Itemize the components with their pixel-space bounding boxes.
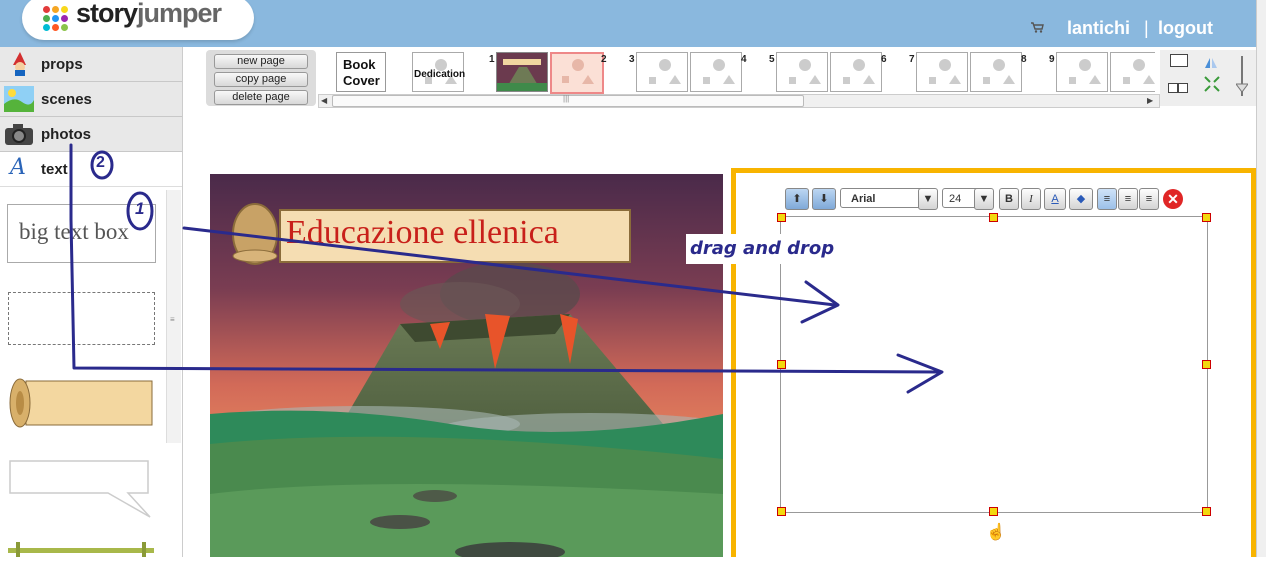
page-thumbnail-strip: Book Cover Dedication 1 2 3 4 5 6 7 8 9 [318,50,1158,94]
annotation-marker-1: 1 [135,199,145,218]
page-number: 7 [909,54,915,65]
page-number: 6 [881,54,887,65]
thumbnail-page-9[interactable] [1056,52,1108,92]
thumbnail-page-10[interactable] [1110,52,1155,92]
camera-icon [4,121,34,147]
align-left-icon[interactable]: ≡ [1097,188,1117,210]
resize-handle[interactable] [777,213,786,222]
header-separator: | [1144,18,1149,38]
sidebar-item-label: photos [41,126,91,143]
resize-handle[interactable] [1202,507,1211,516]
copy-page-button[interactable]: copy page [214,72,308,87]
size-select-value: 24 [949,193,962,205]
sidebar-item-props[interactable]: props [0,47,182,82]
font-dropdown-icon[interactable]: ▼ [918,188,938,210]
fill-color-icon[interactable]: ◆ [1069,188,1093,210]
view-tools-panel [1160,50,1256,106]
logo-wordmark: storyjumper [76,0,222,28]
hand-cursor-icon: ☝ [986,524,1006,541]
sidebar-item-photos[interactable]: photos [0,117,182,152]
annotation-drag-and-drop: drag and drop [690,238,835,259]
single-page-view-icon[interactable] [1170,54,1188,67]
sidebar-item-text[interactable]: A text [0,152,182,187]
two-page-view-icon[interactable] [1168,80,1188,93]
resize-handle[interactable] [777,360,786,369]
scene-title-text[interactable]: Educazione ellenica [286,214,559,252]
align-right-icon[interactable]: ≡ [1139,188,1159,210]
page-number: 8 [1021,54,1027,65]
book-cover-label-line2: Cover [343,73,380,88]
logout-link[interactable]: logout [1158,18,1213,39]
new-page-button[interactable]: new page [214,54,308,69]
big-text-box-item[interactable]: big text box [7,204,156,263]
transparent-text-box-item[interactable] [8,292,155,345]
fullscreen-icon[interactable] [1204,76,1220,92]
cart-icon[interactable] [1030,21,1044,33]
thumbnail-page-4[interactable] [690,52,742,92]
username-link[interactable]: lantichi [1067,18,1130,39]
page-number: 4 [741,54,747,65]
thumbnail-page-8[interactable] [970,52,1022,92]
close-icon[interactable]: ✕ [1163,189,1183,209]
resize-handle[interactable] [777,507,786,516]
italic-button[interactable]: I [1021,188,1041,210]
thumbnail-dedication[interactable]: Dedication [412,52,466,92]
move-down-icon[interactable]: ⬇ [812,188,836,210]
window-scrollbar[interactable] [1256,0,1266,557]
flip-icon[interactable] [1204,56,1218,68]
thumbnail-page-7[interactable] [916,52,968,92]
sidebar-item-label: text [41,161,68,178]
gnome-icon [4,51,34,77]
thumbnail-book-cover[interactable]: Book Cover [336,52,386,92]
page-number: 2 [601,54,607,65]
page-buttons-panel: new page copy page delete page [206,50,316,106]
text-a-icon: A [10,155,26,180]
scene-page-left[interactable]: Educazione ellenica [210,174,723,557]
align-center-icon[interactable]: ≡ [1118,188,1138,210]
annotation-marker-2: 2 [96,154,105,171]
font-select-value: Arial [851,193,876,205]
thumbnail-page-3[interactable] [636,52,688,92]
dedication-label: Dedication [414,69,466,80]
sidebar-item-scenes[interactable]: scenes [0,82,182,117]
thumbnail-page-6[interactable] [830,52,882,92]
big-text-box-label: big text box [19,219,129,244]
text-box-selection[interactable] [780,216,1208,513]
logo-dots-icon [43,6,71,32]
sidebar-item-label: props [41,56,83,73]
resize-handle[interactable] [989,507,998,516]
asset-sidebar: props scenes photos A text big text box … [0,47,183,557]
text-format-toolbar: ⬆ ⬇ Arial ▼ 24 ▼ B I A ◆ ≡ ≡ ≡ ✕ [785,187,1188,211]
bold-button[interactable]: B [999,188,1019,210]
sidebar-item-label: scenes [41,91,92,108]
scroll-right-icon[interactable]: ▶ [1147,96,1153,105]
thumbnail-page-2-selected[interactable] [550,52,604,94]
page-number: 1 [489,54,495,65]
sidebar-scrollbar[interactable]: ≡ [166,190,181,443]
resize-handle[interactable] [1202,360,1211,369]
text-color-icon[interactable]: A [1044,188,1066,210]
resize-handle[interactable] [989,213,998,222]
resize-handle[interactable] [1202,213,1211,222]
delete-page-button[interactable]: delete page [214,90,308,105]
page-number: 5 [769,54,775,65]
thumbnail-scrollbar-thumb[interactable]: ||| [332,94,804,107]
book-cover-label-line1: Book [343,57,376,72]
page-number: 3 [629,54,635,65]
speech-bubble-item[interactable] [8,459,154,519]
move-up-icon[interactable]: ⬆ [785,188,809,210]
scroll-banner-item[interactable] [8,375,154,431]
size-dropdown-icon[interactable]: ▼ [974,188,994,210]
landscape-icon [4,86,34,112]
page-number: 9 [1049,54,1055,65]
thumbnail-page-5[interactable] [776,52,828,92]
scroll-left-icon[interactable]: ◀ [321,96,327,105]
zoom-slider[interactable] [1235,56,1249,96]
bamboo-frame-item[interactable] [8,542,154,557]
storyjumper-logo[interactable]: storyjumper [22,0,254,40]
thumbnail-page-1[interactable] [496,52,548,92]
